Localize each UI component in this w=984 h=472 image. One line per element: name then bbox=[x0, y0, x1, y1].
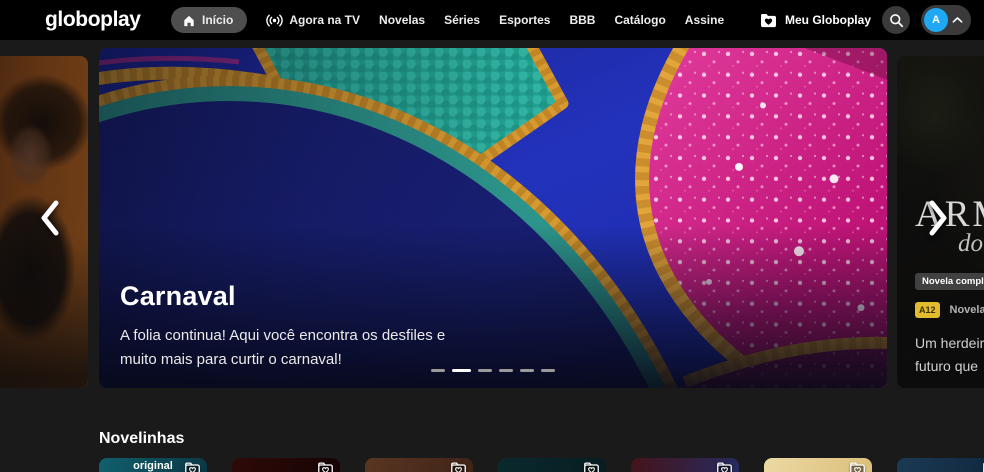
carousel-prev-button[interactable] bbox=[36, 198, 66, 241]
add-to-my-list-icon[interactable] bbox=[450, 462, 467, 472]
folder-heart-icon bbox=[451, 462, 466, 472]
hero-carousel: Carnaval A folia continua! Aqui você enc… bbox=[0, 48, 984, 388]
next-card-description-line2: futuro que bbox=[915, 358, 979, 374]
add-to-my-list-icon[interactable] bbox=[317, 462, 334, 472]
section-title-novelinhas: Novelinhas bbox=[99, 430, 185, 447]
next-card-title-script: do bbox=[958, 230, 983, 257]
nav-item-novelas[interactable]: Novelas bbox=[379, 13, 425, 27]
nav-item-series[interactable]: Séries bbox=[444, 13, 480, 27]
folder-heart-icon bbox=[717, 462, 732, 472]
meu-globoplay-label: Meu Globoplay bbox=[784, 13, 871, 27]
nav-item-label: Assine bbox=[684, 13, 725, 27]
add-to-my-list-icon[interactable] bbox=[583, 462, 600, 472]
age-rating-badge: A12 bbox=[915, 302, 940, 318]
carousel-indicator-3[interactable] bbox=[478, 369, 492, 372]
search-icon bbox=[889, 13, 904, 28]
thumbnail-card-1[interactable]: original bbox=[99, 458, 207, 472]
carousel-indicator-2[interactable] bbox=[452, 369, 471, 372]
hero-description: A folia continua! Aqui você encontra os … bbox=[120, 324, 550, 372]
nav-item-label: Séries bbox=[444, 13, 481, 27]
top-navbar: globoplay Início Agora na TV Novelas Séries… bbox=[0, 0, 984, 40]
next-card-description: Um herdeiro futuro que bbox=[915, 332, 984, 378]
carousel-hero-card[interactable]: Carnaval A folia continua! Aqui você enc… bbox=[99, 48, 887, 388]
home-icon bbox=[184, 15, 194, 26]
carousel-indicator-1[interactable] bbox=[431, 369, 445, 372]
nav-item-label: Catálogo bbox=[614, 13, 666, 27]
account-menu[interactable]: A bbox=[921, 5, 971, 35]
folder-heart-icon bbox=[318, 462, 333, 472]
nav-item-inicio[interactable]: Início bbox=[171, 7, 248, 33]
folder-heart-icon bbox=[584, 462, 599, 472]
hero-description-line2: muito mais para curtir o carnaval! bbox=[120, 351, 342, 368]
carousel-indicators bbox=[431, 369, 555, 372]
carousel-indicator-6[interactable] bbox=[541, 369, 555, 372]
nav-item-esportes[interactable]: Esportes bbox=[499, 13, 550, 27]
main-nav: Início Agora na TV Novelas Séries Esportes BB… bbox=[171, 0, 724, 40]
nav-item-label: Esportes bbox=[499, 13, 551, 27]
add-to-my-list-icon[interactable] bbox=[716, 462, 733, 472]
broadcast-icon bbox=[266, 14, 284, 26]
hero-info: Carnaval A folia continua! Aqui você enc… bbox=[120, 281, 550, 372]
thumbnail-card-7[interactable] bbox=[897, 458, 984, 472]
nav-item-label: Início bbox=[202, 13, 234, 27]
add-to-my-list-icon[interactable] bbox=[184, 462, 201, 472]
thumbnail-card-2[interactable] bbox=[232, 458, 340, 472]
chevron-left-icon bbox=[36, 200, 66, 241]
novelinhas-thumbnail-row: original bbox=[99, 458, 984, 472]
thumbnail-card-6[interactable] bbox=[764, 458, 872, 472]
nav-item-bbb[interactable]: BBB bbox=[569, 13, 595, 27]
globoplay-logo[interactable]: globoplay bbox=[45, 8, 141, 32]
nav-item-assine[interactable]: Assine bbox=[685, 13, 724, 27]
folder-heart-icon bbox=[850, 462, 865, 472]
carousel-next-button[interactable] bbox=[922, 198, 952, 241]
chevron-up-icon bbox=[952, 17, 963, 23]
thumbnail-card-4[interactable] bbox=[498, 458, 606, 472]
novela-completa-badge: Novela completa bbox=[915, 273, 984, 290]
thumbnail-card-3[interactable] bbox=[365, 458, 473, 472]
chevron-right-icon bbox=[922, 200, 952, 241]
header-right: Meu Globoplay A bbox=[759, 0, 971, 40]
carousel-indicator-5[interactable] bbox=[520, 369, 534, 372]
meu-globoplay-link[interactable]: Meu Globoplay bbox=[759, 13, 871, 28]
nav-item-label: Novelas bbox=[379, 13, 426, 27]
nav-item-label: Agora na TV bbox=[289, 13, 361, 27]
avatar: A bbox=[924, 8, 948, 32]
nav-item-agora-na-tv[interactable]: Agora na TV bbox=[266, 13, 360, 27]
thumbnail-card-5[interactable] bbox=[631, 458, 739, 472]
nav-item-label: BBB bbox=[569, 13, 596, 27]
next-card-category: Novela bbox=[949, 304, 984, 316]
hero-title: Carnaval bbox=[120, 281, 236, 311]
nav-item-catalogo[interactable]: Catálogo bbox=[614, 13, 665, 27]
search-button[interactable] bbox=[882, 6, 910, 34]
folder-heart-icon bbox=[759, 13, 778, 28]
add-to-my-list-icon[interactable] bbox=[849, 462, 866, 472]
next-card-description-line1: Um herdeiro bbox=[915, 335, 984, 351]
carousel-indicator-4[interactable] bbox=[499, 369, 513, 372]
hero-description-line1: A folia continua! Aqui você encontra os … bbox=[120, 327, 446, 344]
next-card-meta: A12 Novela bbox=[915, 302, 984, 318]
folder-heart-icon bbox=[185, 462, 200, 472]
